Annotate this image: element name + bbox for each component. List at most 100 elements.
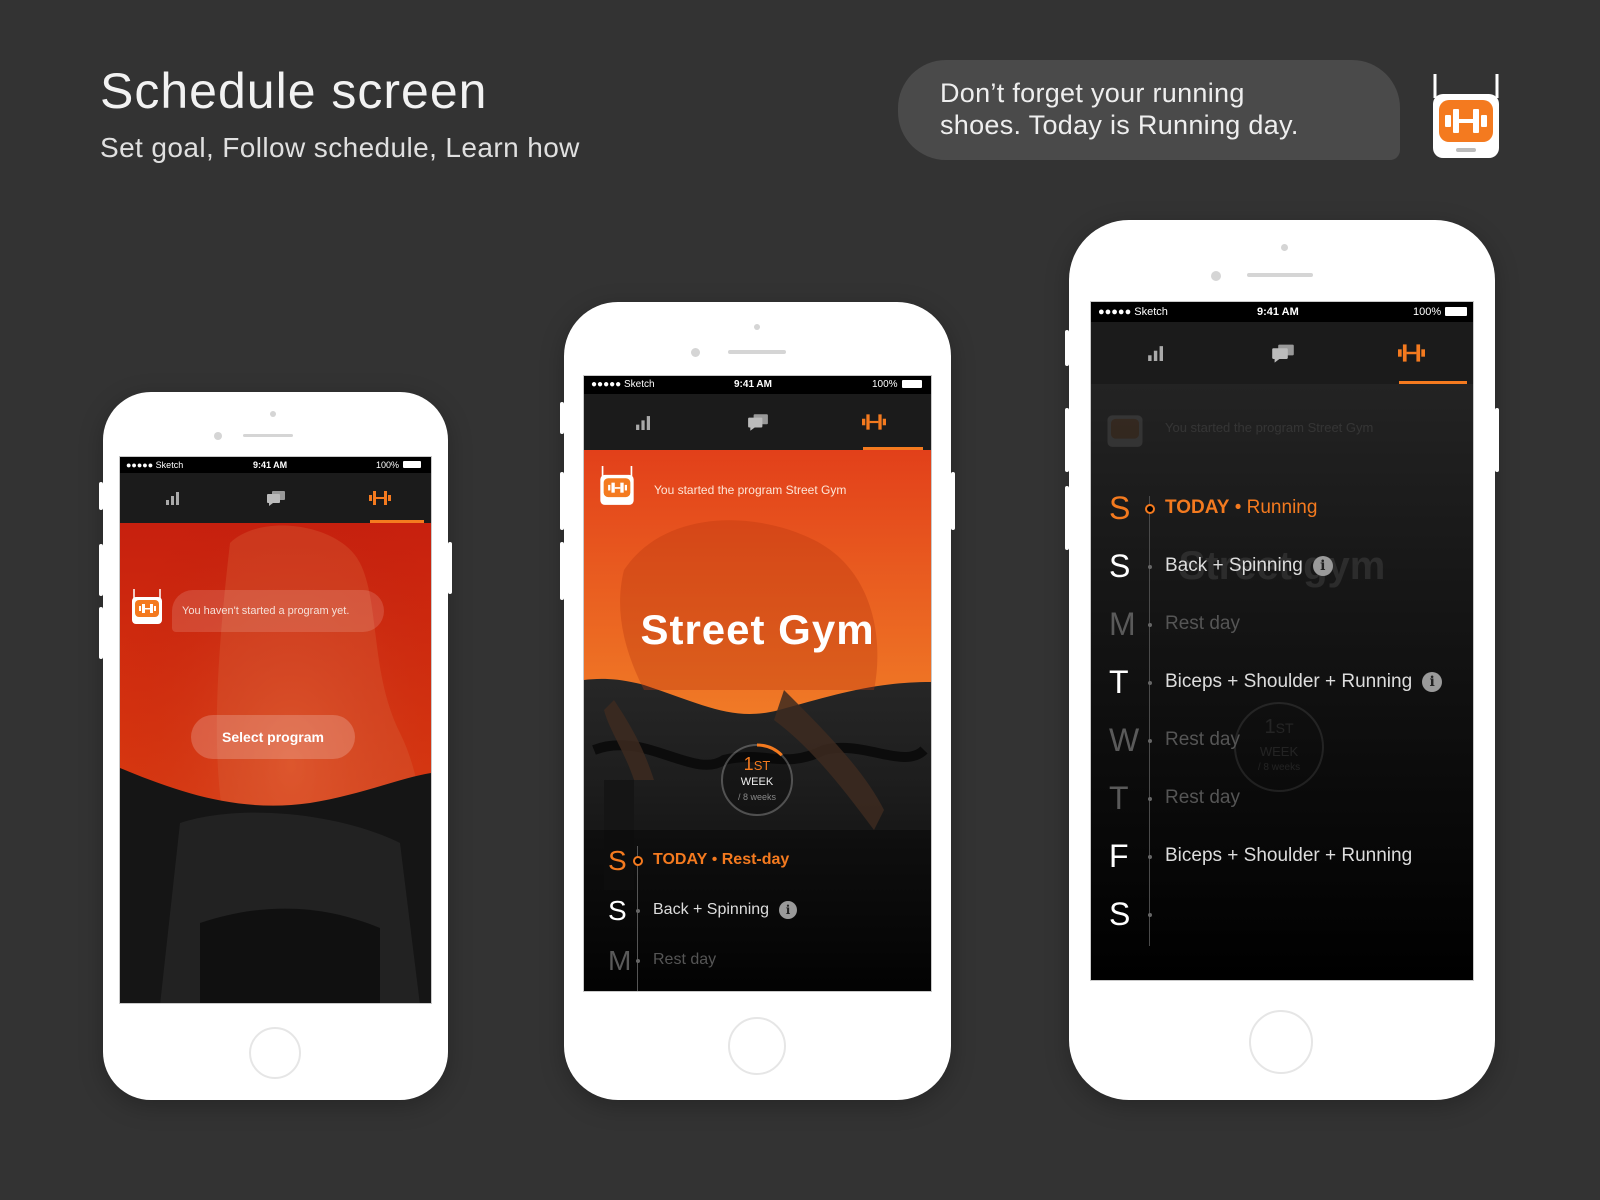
battery-icon bbox=[1445, 307, 1467, 316]
status-carrier: ●●●●● Sketch bbox=[591, 379, 655, 390]
page-title: Schedule screen bbox=[100, 63, 488, 119]
day-letter: T bbox=[1109, 664, 1129, 700]
tab-workout[interactable] bbox=[816, 394, 931, 450]
workout-label: Biceps + Shoulder + Running i bbox=[1165, 671, 1443, 693]
day-letter: S bbox=[1109, 490, 1131, 526]
day-letter: S bbox=[1109, 548, 1131, 584]
status-carrier: ●●●●● Sketch bbox=[126, 460, 184, 470]
schedule-row[interactable]: W Rest day bbox=[1091, 712, 1473, 770]
battery-icon bbox=[403, 461, 421, 468]
stats-icon bbox=[1148, 346, 1163, 361]
info-icon[interactable]: i bbox=[1422, 671, 1443, 692]
schedule-row[interactable]: M Rest day bbox=[1091, 596, 1473, 654]
timeline-dot bbox=[636, 959, 640, 963]
separator-bullet: • bbox=[1229, 497, 1247, 518]
notification-line-2: shoes. Today is Running day. bbox=[940, 110, 1299, 140]
info-icon[interactable]: i bbox=[1312, 555, 1333, 576]
day-letter: F bbox=[1109, 838, 1129, 874]
day-letter: S bbox=[1109, 896, 1131, 932]
phone3-screen: ●●●●● Sketch 9:41 AM 100% You started th… bbox=[1090, 301, 1474, 981]
message-text: You started the program Street Gym bbox=[654, 483, 847, 497]
timeline-dot bbox=[636, 909, 640, 913]
tab-chat[interactable] bbox=[1219, 322, 1347, 384]
home-button[interactable] bbox=[1249, 1010, 1313, 1074]
workout-label: Rest day bbox=[1165, 729, 1240, 751]
week-number: 1 bbox=[743, 754, 754, 774]
phone2-content: You started the program Street Gym Stree… bbox=[584, 450, 931, 991]
status-battery: 100% bbox=[872, 379, 898, 390]
home-button[interactable] bbox=[728, 1017, 786, 1075]
tab-stats[interactable] bbox=[1091, 322, 1219, 384]
dumbbell-icon bbox=[862, 414, 886, 430]
today-label: TODAY bbox=[1165, 497, 1230, 518]
chat-icon bbox=[267, 491, 285, 506]
program-title: Street Gym bbox=[640, 606, 875, 653]
phone-mockup-2: ●●●●● Sketch 9:41 AM 100% You started th… bbox=[560, 302, 955, 1100]
schedule-row[interactable]: S Back + Spinning i bbox=[584, 886, 931, 936]
status-time: 9:41 AM bbox=[734, 379, 772, 390]
tab-workout[interactable] bbox=[328, 473, 431, 523]
schedule-row[interactable]: M Rest day bbox=[584, 936, 931, 986]
app-logo-icon bbox=[1433, 74, 1499, 158]
separator-bullet: • bbox=[707, 851, 722, 868]
home-button[interactable] bbox=[249, 1027, 301, 1079]
chat-icon bbox=[748, 414, 768, 431]
status-time: 9:41 AM bbox=[253, 460, 288, 470]
workout-name: Back + Spinning bbox=[1165, 555, 1303, 576]
workout-name: Rest day bbox=[1165, 787, 1240, 808]
tab-stats[interactable] bbox=[120, 473, 224, 523]
status-battery: 100% bbox=[376, 460, 400, 470]
workout-label: Back + Spinning i bbox=[653, 901, 798, 919]
phone1-screen: ●●●●● Sketch 9:41 AM 100% You haven't st… bbox=[119, 456, 432, 1004]
day-letter: M bbox=[608, 945, 632, 976]
phone3-content: You started the program Street Gym Stree… bbox=[1091, 384, 1473, 980]
timeline-dot bbox=[1148, 681, 1152, 685]
schedule-row[interactable]: S Back + Spinning i bbox=[1091, 538, 1473, 596]
workout-label: Rest day bbox=[1165, 787, 1240, 809]
schedule-row[interactable]: S bbox=[1091, 886, 1473, 944]
phone2-screen: ●●●●● Sketch 9:41 AM 100% You started th… bbox=[583, 375, 932, 992]
workout-label: TODAY • Running bbox=[1165, 497, 1317, 519]
schedule-row[interactable]: T Biceps + Shoulder + Running i bbox=[1091, 654, 1473, 712]
stats-icon bbox=[166, 492, 179, 505]
schedule-row[interactable]: S TODAY • Running bbox=[1091, 480, 1473, 538]
chat-icon bbox=[1272, 344, 1294, 363]
schedule-row[interactable]: T Rest day bbox=[1091, 770, 1473, 828]
app-logo-icon bbox=[600, 466, 634, 505]
timeline-dot bbox=[1148, 739, 1152, 743]
day-letter: S bbox=[608, 895, 627, 926]
workout-name: Rest day bbox=[1165, 613, 1240, 634]
day-letter: S bbox=[608, 845, 627, 876]
select-program-button[interactable]: Select program bbox=[191, 715, 355, 759]
week-suffix: ST bbox=[753, 758, 771, 773]
phone-mockup-1: ●●●●● Sketch 9:41 AM 100% You haven't st… bbox=[99, 392, 452, 1100]
timeline-dot bbox=[1148, 623, 1152, 627]
timeline-dot bbox=[1148, 565, 1152, 569]
message-bubble: You haven't started a program yet. bbox=[172, 590, 384, 632]
status-time: 9:41 AM bbox=[1257, 306, 1299, 318]
message-text: You haven't started a program yet. bbox=[182, 605, 350, 617]
workout-name: Back + Spinning bbox=[653, 901, 770, 919]
info-icon[interactable]: i bbox=[779, 901, 798, 919]
today-workout: Rest-day bbox=[721, 851, 790, 868]
notification-bubble: Don’t forget your running shoes. Today i… bbox=[898, 60, 1400, 160]
tab-chat[interactable] bbox=[700, 394, 816, 450]
status-battery: 100% bbox=[1413, 306, 1442, 318]
week-total: / 8 weeks bbox=[737, 792, 777, 802]
week-label: WEEK bbox=[740, 776, 774, 788]
select-program-label: Select program bbox=[222, 729, 324, 745]
page-subtitle: Set goal, Follow schedule, Learn how bbox=[100, 132, 580, 163]
workout-name: Rest day bbox=[653, 951, 717, 968]
schedule-row[interactable]: F Biceps + Shoulder + Running bbox=[1091, 828, 1473, 886]
tab-chat[interactable] bbox=[224, 473, 328, 523]
workout-label: TODAY • Rest-day bbox=[653, 851, 789, 869]
schedule-row[interactable]: S TODAY • Rest-day bbox=[584, 836, 931, 886]
workout-label: Rest day bbox=[653, 951, 716, 969]
workout-name: Biceps + Shoulder + Running bbox=[1165, 845, 1413, 866]
day-letter: W bbox=[1109, 722, 1140, 758]
timeline-dot bbox=[1148, 855, 1152, 859]
timeline-dot bbox=[1148, 913, 1152, 917]
tab-workout[interactable] bbox=[1347, 322, 1473, 384]
day-letter: M bbox=[1109, 606, 1136, 642]
tab-stats[interactable] bbox=[584, 394, 700, 450]
